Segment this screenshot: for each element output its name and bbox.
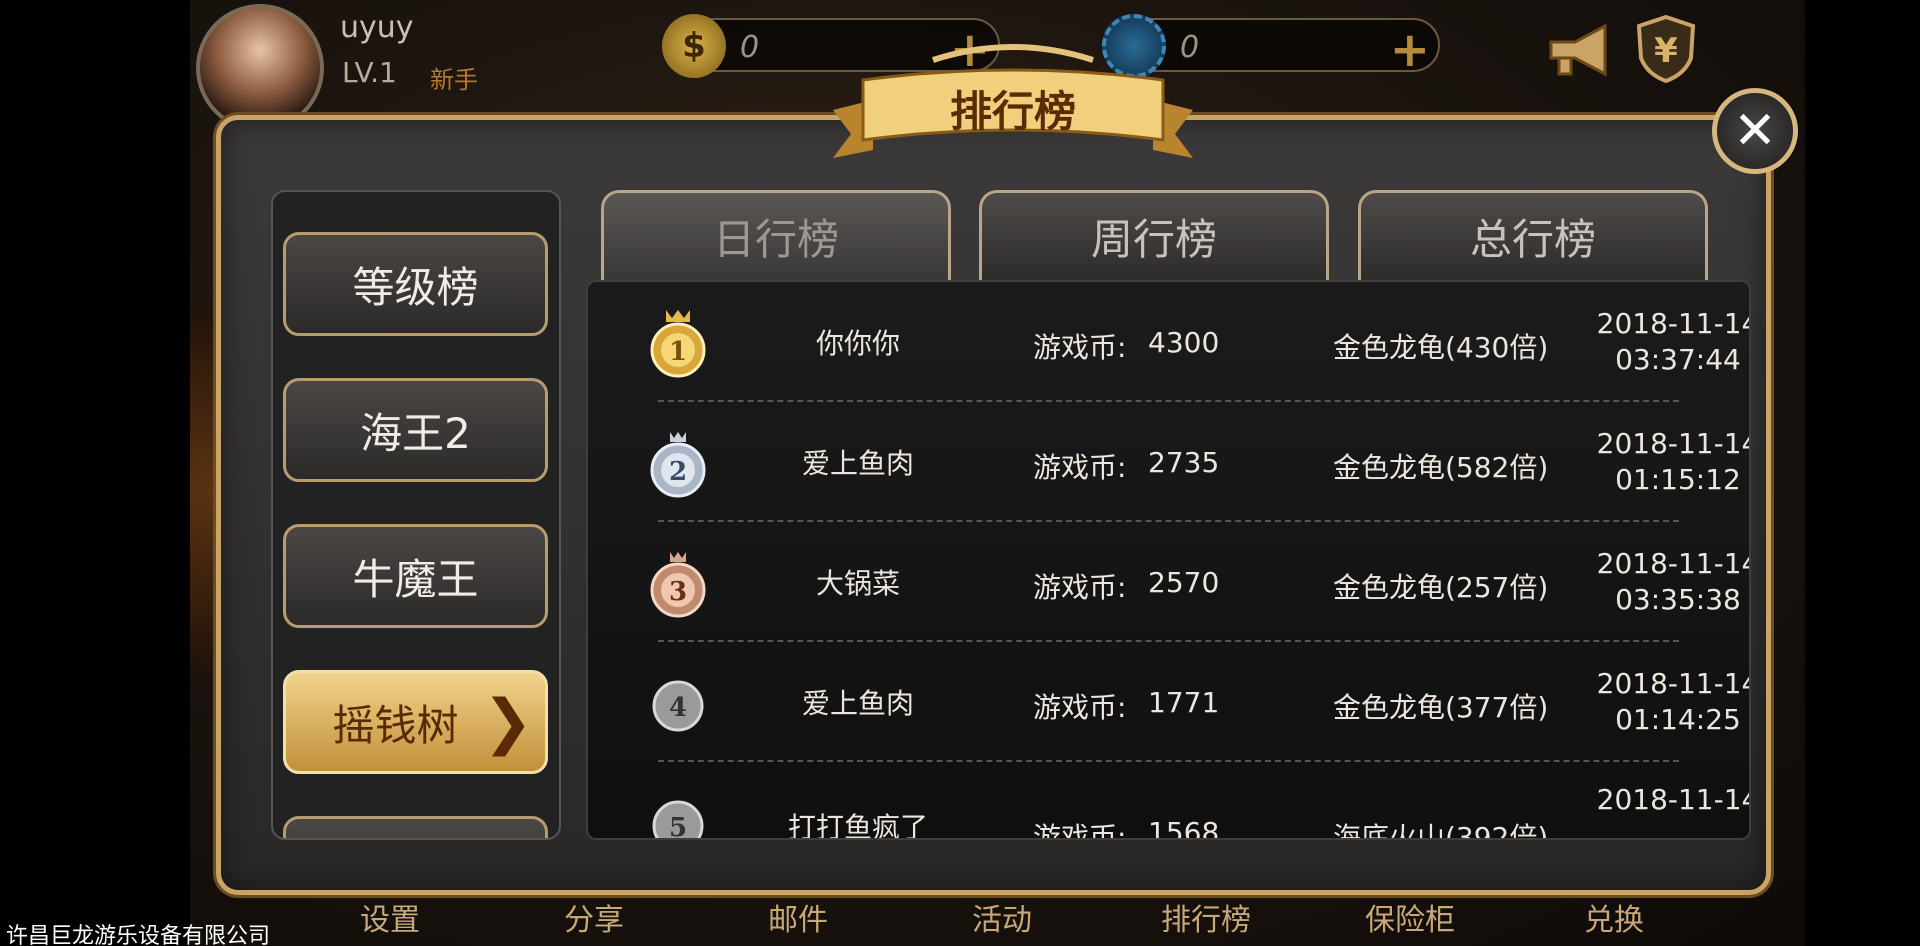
fish-caught: 金色龙龟(430倍)	[1333, 331, 1549, 364]
svg-text:¥: ¥	[1654, 31, 1678, 71]
category-label: 等级榜	[352, 262, 479, 312]
player-name: 爱上鱼肉	[801, 447, 914, 480]
player-name: 你你你	[815, 327, 900, 360]
coin-label: 游戏币:	[1033, 821, 1127, 840]
fish-caught: 海底火山(392倍)	[1333, 821, 1549, 840]
nav-events[interactable]: 活动	[932, 895, 1072, 939]
medal-rank-number: 1	[669, 337, 687, 367]
leaderboard-dialog: 等级榜 海王2 牛魔王 摇钱树 ❯ 日行榜 周行榜 总行榜 1 你你你 游戏币:…	[216, 115, 1771, 895]
nav-exchange[interactable]: 兑换	[1544, 895, 1684, 939]
timestamp: 2018-11-14 03:35:38	[1588, 546, 1751, 618]
category-money-tree[interactable]: 摇钱树 ❯	[283, 670, 548, 774]
coin-value: 2735	[1148, 446, 1220, 479]
time: 01:14:25	[1615, 703, 1741, 736]
date: 2018-11-14	[1596, 667, 1751, 700]
timestamp: 2018-11-14 01:15:12	[1588, 426, 1751, 498]
username: uyuy	[340, 10, 414, 45]
coin-label: 游戏币:	[1033, 691, 1127, 724]
table-row: 4 爱上鱼肉 游戏币: 1771 金色龙龟(377倍) 2018-11-14 0…	[588, 642, 1749, 762]
tab-label: 总行榜	[1469, 215, 1596, 264]
time: 01:15:12	[1615, 463, 1741, 496]
table-row: 1 你你你 游戏币: 4300 金色龙龟(430倍) 2018-11-14 03…	[588, 282, 1749, 402]
coin-value: 4300	[1148, 326, 1220, 359]
bronze-medal-icon: 3	[650, 552, 706, 618]
close-icon: ✕	[1733, 101, 1777, 161]
add-chip-button[interactable]: +	[1390, 22, 1430, 78]
coin-value: 1771	[1148, 686, 1220, 719]
nav-safe[interactable]: 保险柜	[1340, 895, 1480, 939]
nav-mail[interactable]: 邮件	[728, 895, 868, 939]
yen-shield-icon[interactable]: ¥	[1635, 14, 1697, 84]
game-screen: uyuy LV.1 新手 $ 0 + 0 + ¥ 等级榜 海王2 牛魔王 摇钱树…	[190, 0, 1805, 946]
nav-leaderboard[interactable]: 排行榜	[1136, 895, 1276, 939]
timestamp: 2018-11-14	[1588, 782, 1751, 818]
fish-caught: 金色龙龟(257倍)	[1333, 571, 1549, 604]
date: 2018-11-14	[1596, 547, 1751, 580]
chevron-right-icon: ❯	[482, 687, 533, 757]
timestamp: 2018-11-14 03:37:44	[1588, 306, 1751, 378]
tab-overall[interactable]: 总行榜	[1358, 190, 1708, 280]
dialog-title: 排行榜	[949, 87, 1076, 136]
close-button[interactable]: ✕	[1712, 88, 1798, 174]
tab-label: 周行榜	[1090, 215, 1217, 264]
category-sea-king-2[interactable]: 海王2	[283, 378, 548, 482]
category-more[interactable]	[283, 816, 548, 838]
date: 2018-11-14	[1596, 783, 1751, 816]
gold-medal-icon: 1	[650, 310, 706, 378]
timestamp: 2018-11-14 01:14:25	[1588, 666, 1751, 738]
category-label: 海王2	[360, 408, 471, 458]
player-level: LV.1	[342, 56, 397, 89]
coin-value: 1568	[1148, 816, 1220, 840]
category-label: 摇钱树	[332, 700, 459, 750]
date: 2018-11-14	[1596, 427, 1751, 460]
coin-label: 游戏币:	[1033, 331, 1127, 364]
player-name: 大锅菜	[815, 567, 900, 600]
silver-medal-icon: 2	[650, 432, 706, 498]
player-name: 打打鱼疯了	[787, 811, 928, 840]
medal-rank-number: 4	[669, 693, 687, 723]
medal-rank-number: 3	[669, 577, 687, 607]
nav-settings[interactable]: 设置	[320, 895, 460, 939]
time: 03:37:44	[1615, 343, 1741, 376]
tab-label: 日行榜	[712, 215, 839, 264]
rank-badge-icon: 4	[652, 680, 704, 732]
time: 03:35:38	[1615, 583, 1741, 616]
game-category-list: 等级榜 海王2 牛魔王 摇钱树 ❯	[271, 190, 561, 840]
fish-caught: 金色龙龟(377倍)	[1333, 691, 1549, 724]
ranking-table: 1 你你你 游戏币: 4300 金色龙龟(430倍) 2018-11-14 03…	[586, 280, 1751, 840]
megaphone-icon[interactable]	[1545, 20, 1615, 80]
coin-value: 2570	[1148, 566, 1220, 599]
tab-daily[interactable]: 日行榜	[601, 190, 951, 280]
medal-rank-number: 2	[669, 457, 687, 487]
category-label: 牛魔王	[352, 554, 479, 604]
date: 2018-11-14	[1596, 307, 1751, 340]
rank-badge-icon: 5	[652, 800, 704, 840]
rank-title: 新手	[430, 66, 478, 94]
fish-caught: 金色龙龟(582倍)	[1333, 451, 1549, 484]
avatar[interactable]	[196, 4, 324, 132]
table-row: 5 打打鱼疯了 游戏币: 1568 海底火山(392倍) 2018-11-14	[588, 762, 1751, 840]
table-row: 3 大锅菜 游戏币: 2570 金色龙龟(257倍) 2018-11-14 03…	[588, 522, 1749, 642]
nav-share[interactable]: 分享	[524, 895, 664, 939]
category-level-ranking[interactable]: 等级榜	[283, 232, 548, 336]
gold-coin-icon: $	[662, 14, 726, 78]
coin-label: 游戏币:	[1033, 451, 1127, 484]
bottom-nav: 设置 分享 邮件 活动 排行榜 保险柜 兑换	[190, 895, 1805, 946]
tab-weekly[interactable]: 周行榜	[979, 190, 1329, 280]
table-row: 2 爱上鱼肉 游戏币: 2735 金色龙龟(582倍) 2018-11-14 0…	[588, 402, 1749, 522]
category-bull-demon-king[interactable]: 牛魔王	[283, 524, 548, 628]
coin-label: 游戏币:	[1033, 571, 1127, 604]
gold-coin-value: 0	[740, 30, 760, 65]
player-name: 爱上鱼肉	[801, 687, 914, 720]
medal-rank-number: 5	[669, 813, 687, 840]
watermark: 许昌巨龙游乐设备有限公司	[6, 924, 271, 946]
